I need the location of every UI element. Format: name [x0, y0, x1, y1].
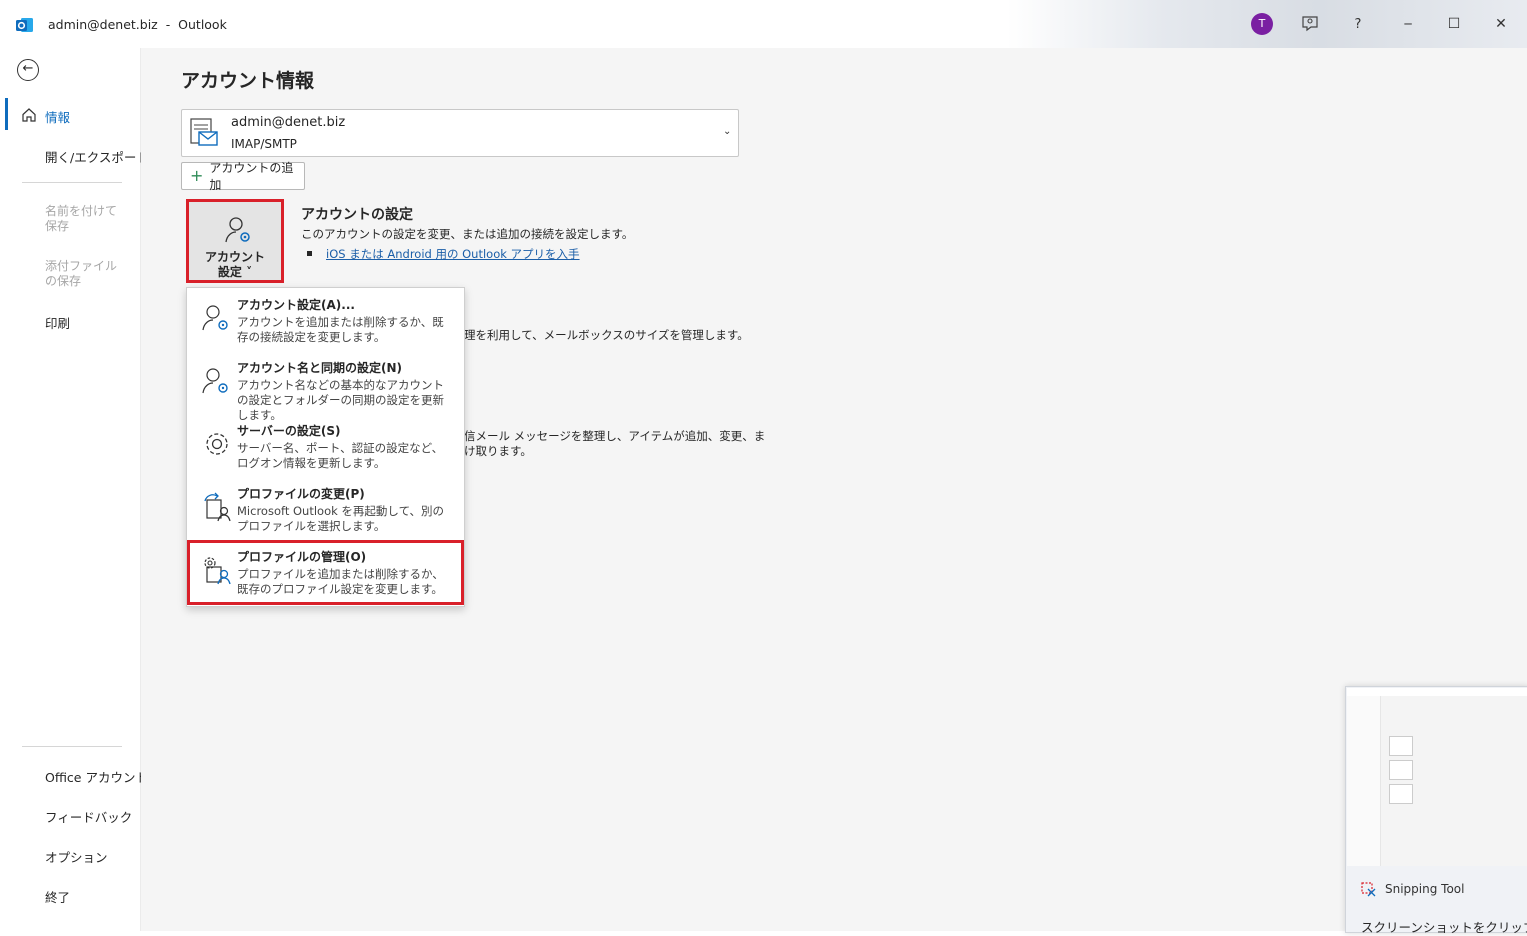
add-account-label: アカウントの追加	[209, 161, 294, 192]
outlook-mobile-link[interactable]: iOS または Android 用の Outlook アプリを入手	[326, 246, 580, 262]
snipping-tool-notification[interactable]: Snipping Tool スクリーンショットをクリップボード	[1345, 686, 1527, 935]
menu-item-change-profile[interactable]: プロファイルの変更(P) Microsoft Outlook を再起動して、別の…	[187, 477, 464, 539]
account-type: IMAP/SMTP	[231, 137, 297, 151]
preview-tile	[1389, 736, 1413, 756]
email-account-icon	[189, 117, 219, 149]
account-settings-menu: アカウント設定(A)... アカウントを追加または削除するか、既存の接続設定を変…	[186, 287, 465, 607]
bullet	[307, 251, 312, 256]
preview-tile	[1389, 760, 1413, 780]
menu-item-server-settings[interactable]: サーバーの設定(S) サーバー名、ポート、認証の設定など、ログオン情報を更新しま…	[187, 414, 464, 476]
back-arrow-icon: ←	[22, 61, 34, 76]
menu-item-description: Microsoft Outlook を再起動して、別のプロファイルを選択します。	[237, 504, 444, 533]
gear-icon	[201, 428, 233, 460]
menu-item-description: サーバー名、ポート、認証の設定など、ログオン情報を更新します。	[237, 441, 444, 470]
add-account-button[interactable]: + アカウントの追加	[181, 161, 305, 192]
maximize-button[interactable]: ☐	[1431, 0, 1477, 48]
sidebar-divider	[22, 182, 122, 183]
sidebar-divider	[22, 746, 122, 747]
preview-sidebar	[1347, 696, 1381, 866]
user-settings-icon	[223, 214, 255, 246]
sidebar-item-save-attachments: 添付ファイルの保存	[45, 259, 118, 288]
home-icon	[21, 107, 37, 123]
menu-item-manage-profiles[interactable]: プロファイルの管理(O) プロファイルを追加または削除するか、既存のプロファイル…	[187, 540, 464, 605]
mailbox-settings-text-partial: 理を利用して、メールボックスのサイズを管理します。	[464, 328, 749, 342]
page-title: アカウント情報	[181, 70, 315, 92]
window-title: admin@denet.biz - Outlook	[48, 17, 227, 32]
sidebar-item-exit[interactable]: 終了	[45, 887, 70, 906]
title-bar: admin@denet.biz - Outlook T ? ─ ☐ ✕	[0, 0, 1527, 48]
snipping-tool-message: スクリーンショットをクリップボード	[1361, 920, 1527, 935]
back-button[interactable]: ←	[17, 59, 39, 81]
preview-main	[1381, 696, 1527, 866]
chevron-down-icon: ⌄	[723, 126, 732, 137]
help-button[interactable]: ?	[1335, 0, 1381, 48]
sidebar-item-open-export[interactable]: 開く/エクスポート	[45, 147, 149, 166]
snipping-tool-app-name: Snipping Tool	[1385, 882, 1465, 896]
rules-text-partial-1: 信メール メッセージを整理し、アイテムが追加、変更、ま	[464, 429, 766, 443]
minimize-button[interactable]: ─	[1385, 0, 1431, 48]
selected-indicator	[5, 98, 8, 130]
plus-icon: +	[190, 166, 204, 185]
preview-tile	[1389, 784, 1413, 804]
tile-label-line2: 設定 ˅	[217, 265, 253, 279]
user-avatar[interactable]: T	[1251, 13, 1273, 35]
menu-item-title: サーバーの設定(S)	[237, 424, 341, 438]
sidebar-item-print[interactable]: 印刷	[45, 313, 70, 332]
outlook-logo-icon	[16, 16, 34, 34]
backstage-sidebar: ← 情報 開く/エクスポート 名前を付けて保存 添付ファイルの保存 印刷 Off…	[0, 48, 149, 931]
menu-item-title: アカウント設定(A)...	[237, 298, 355, 312]
account-settings-heading: アカウントの設定	[301, 207, 413, 223]
sidebar-item-options[interactable]: オプション	[45, 847, 108, 866]
account-settings-tile[interactable]: アカウント 設定 ˅	[186, 199, 284, 283]
menu-item-account-settings[interactable]: アカウント設定(A)... アカウントを追加または削除するか、既存の接続設定を変…	[187, 288, 464, 350]
rules-text-partial-2: け取ります。	[464, 444, 532, 458]
menu-item-description: プロファイルを追加または削除するか、既存のプロファイル設定を変更します。	[237, 567, 444, 596]
manage-profile-icon	[201, 554, 233, 586]
sidebar-item-info[interactable]: 情報	[45, 107, 70, 126]
menu-item-description: アカウントを追加または削除するか、既存の接続設定を変更します。	[237, 315, 444, 344]
account-email: admin@denet.biz	[231, 115, 346, 130]
menu-item-title: アカウント名と同期の設定(N)	[237, 361, 403, 375]
snipping-tool-icon	[1361, 882, 1377, 898]
sidebar-item-save-as: 名前を付けて保存	[45, 204, 118, 233]
sidebar-item-feedback[interactable]: フィードバック	[45, 807, 132, 826]
menu-item-name-sync-settings[interactable]: アカウント名と同期の設定(N) アカウント名などの基本的なアカウントの設定とフォ…	[187, 351, 464, 422]
menu-item-title: プロファイルの管理(O)	[237, 550, 367, 564]
account-selector[interactable]: admin@denet.biz IMAP/SMTP ⌄	[181, 109, 739, 157]
sidebar-item-office-account[interactable]: Office アカウント	[45, 767, 148, 786]
feedback-person-icon[interactable]	[1300, 14, 1320, 34]
user-settings-icon	[201, 302, 233, 334]
user-settings-icon	[201, 365, 233, 397]
close-button[interactable]: ✕	[1478, 0, 1524, 48]
screenshot-preview	[1347, 688, 1527, 866]
menu-item-title: プロファイルの変更(P)	[237, 487, 365, 501]
switch-profile-icon	[201, 491, 233, 523]
account-settings-description: このアカウントの設定を変更、または追加の接続を設定します。	[301, 227, 634, 241]
